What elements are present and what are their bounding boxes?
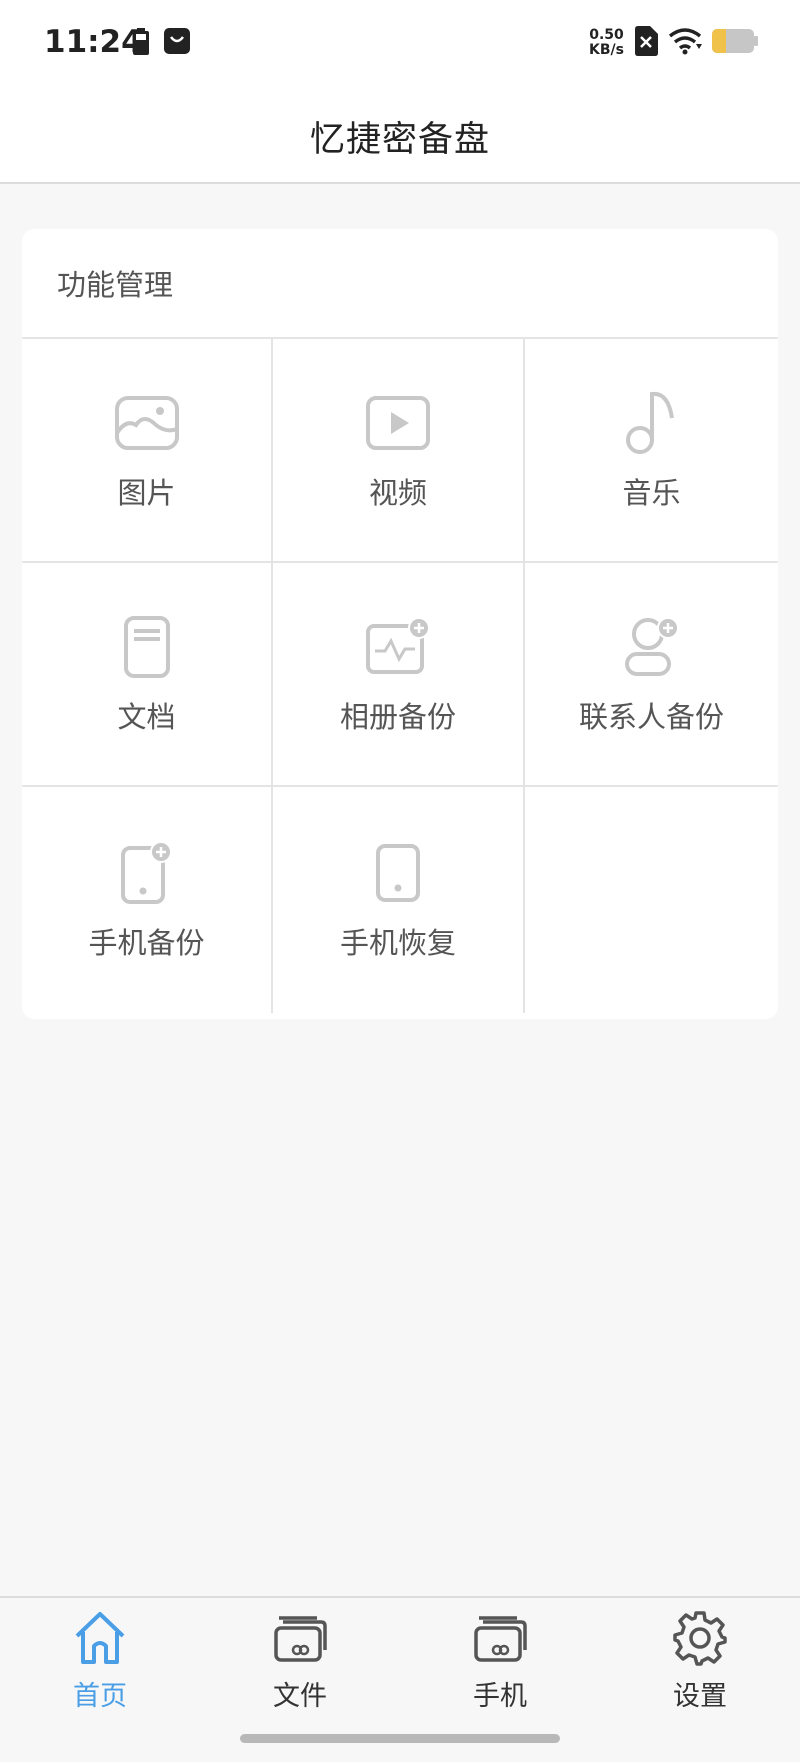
nav-tab-settings[interactable]: 设置 xyxy=(640,1610,760,1713)
image-icon xyxy=(112,388,182,458)
function-panel-title: 功能管理 xyxy=(57,268,174,302)
page-title: 忆捷密备盘 xyxy=(309,119,490,160)
function-grid: 图片 视频 音乐 文档 相册备份 联系人备份 手机备份 手机恢复 xyxy=(22,339,778,1013)
function-item-empty xyxy=(525,787,778,1013)
function-panel: 功能管理 图片 视频 音乐 文档 相册备份 联系人备份 手机备份 手机恢复 xyxy=(22,229,778,1019)
document-icon xyxy=(112,612,182,682)
battery-saver-icon xyxy=(132,28,150,60)
status-bar: 11:24 0.50 KB/s xyxy=(0,0,800,90)
music-note-icon xyxy=(617,388,687,458)
status-time: 11:24 xyxy=(44,24,143,60)
nav-tab-phone[interactable]: 手机 xyxy=(440,1610,560,1713)
files-icon xyxy=(273,1610,327,1670)
sim-missing-icon xyxy=(634,26,658,60)
battery-icon xyxy=(712,29,758,57)
album-backup-icon xyxy=(363,612,433,682)
network-speed: 0.50 KB/s xyxy=(589,27,624,58)
nav-tab-files[interactable]: 文件 xyxy=(240,1610,360,1713)
function-item-album-backup[interactable]: 相册备份 xyxy=(273,563,525,787)
video-play-icon xyxy=(363,388,433,458)
function-item-phone-backup[interactable]: 手机备份 xyxy=(22,787,273,1013)
function-panel-header: 功能管理 xyxy=(22,229,778,339)
app-bar: 忆捷密备盘 xyxy=(0,90,800,184)
gear-icon xyxy=(672,1610,728,1670)
home-icon xyxy=(73,1610,127,1670)
wifi-icon xyxy=(668,27,702,59)
shopping-bag-icon xyxy=(164,28,190,60)
function-item-contact-backup[interactable]: 联系人备份 xyxy=(525,563,778,787)
function-item-phone-restore[interactable]: 手机恢复 xyxy=(273,787,525,1013)
phone-restore-icon xyxy=(363,838,433,908)
function-item-documents[interactable]: 文档 xyxy=(22,563,273,787)
contact-backup-icon xyxy=(617,612,687,682)
home-indicator[interactable] xyxy=(240,1734,560,1743)
function-item-images[interactable]: 图片 xyxy=(22,339,273,563)
phone-backup-icon xyxy=(112,838,182,908)
nav-tab-home[interactable]: 首页 xyxy=(40,1610,160,1713)
function-item-music[interactable]: 音乐 xyxy=(525,339,778,563)
phone-storage-icon xyxy=(473,1610,527,1670)
function-item-videos[interactable]: 视频 xyxy=(273,339,525,563)
